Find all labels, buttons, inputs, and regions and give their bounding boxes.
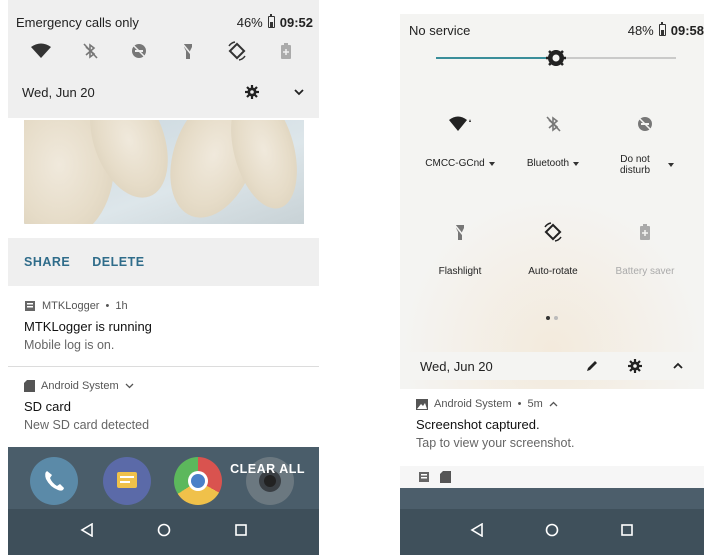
- notification-app-name: Android System: [434, 398, 512, 410]
- divider: [8, 366, 319, 367]
- notification-header: Android System • 5m: [416, 398, 688, 410]
- tile-bluetooth[interactable]: Bluetooth: [508, 112, 598, 169]
- messages-app-icon: [103, 457, 151, 505]
- brightness-slider[interactable]: [436, 48, 676, 68]
- sd-card-icon: [440, 471, 451, 483]
- tile-auto-rotate[interactable]: Auto-rotate: [508, 220, 598, 277]
- tile-label: Flashlight: [438, 266, 482, 277]
- back-icon[interactable]: [79, 522, 94, 542]
- right-phone-screen: No service 48% 09:58 CMCC-GCnd Bluetooth…: [400, 0, 704, 555]
- collapsed-notifications-row[interactable]: [400, 466, 704, 488]
- battery-icon: [658, 22, 666, 36]
- settings-gear-icon[interactable]: [245, 85, 259, 99]
- expanded-quick-settings: [400, 14, 704, 389]
- date-label: Wed, Jun 20: [420, 358, 493, 374]
- chevron-down-icon[interactable]: [293, 88, 305, 96]
- screenshot-actions: SHARE DELETE: [8, 238, 319, 286]
- edit-pencil-icon[interactable]: [586, 360, 598, 372]
- collapse-chevron-icon[interactable]: [549, 401, 558, 407]
- back-icon[interactable]: [470, 522, 484, 542]
- battery-saver-icon: [639, 220, 651, 244]
- sd-card-icon: [24, 380, 35, 392]
- navigation-bar: [8, 509, 319, 555]
- battery-icon: [267, 14, 275, 28]
- dropdown-caret-icon[interactable]: [488, 161, 495, 166]
- page-dot: [554, 316, 558, 320]
- chrome-app-icon: [174, 457, 222, 505]
- date-row: Wed, Jun 20: [400, 352, 704, 380]
- battery-percent: 46%: [236, 14, 263, 30]
- wifi-icon: [448, 112, 472, 136]
- notification-header: Android System: [24, 378, 303, 394]
- home-icon[interactable]: [545, 523, 559, 542]
- quick-settings-panel: Emergency calls only 46% 09:52 Wed, Jun …: [8, 0, 319, 118]
- notification-body: Tap to view your screenshot.: [416, 436, 575, 450]
- bluetooth-off-icon[interactable]: [77, 40, 103, 62]
- tile-battery-saver[interactable]: Battery saver: [600, 220, 690, 277]
- notification-screenshot[interactable]: Android System • 5m Screenshot captured.…: [400, 392, 704, 464]
- chevron-up-icon[interactable]: [672, 362, 684, 370]
- settings-gear-icon[interactable]: [628, 359, 642, 373]
- auto-rotate-icon[interactable]: [224, 40, 250, 62]
- date-label: Wed, Jun 20: [22, 84, 95, 100]
- tile-label: CMCC-GCnd: [425, 158, 485, 169]
- clock: 09:58: [670, 22, 704, 38]
- mtklogger-icon: [25, 301, 35, 311]
- notification-sd-card[interactable]: Android System SD card New SD card detec…: [8, 378, 319, 432]
- dnd-off-icon[interactable]: [126, 40, 152, 62]
- tile-wifi[interactable]: CMCC-GCnd: [415, 112, 505, 169]
- notification-mtklogger[interactable]: MTKLogger • 1h MTKLogger is running Mobi…: [8, 298, 319, 352]
- notification-title: Screenshot captured.: [416, 417, 540, 432]
- battery-saver-icon[interactable]: [273, 40, 299, 62]
- left-phone-screen: Emergency calls only 46% 09:52 Wed, Jun …: [8, 0, 319, 555]
- page-dot-active: [546, 316, 550, 320]
- mtklogger-icon: [419, 472, 429, 482]
- share-button[interactable]: SHARE: [24, 255, 70, 269]
- tile-label: Do not disturb: [619, 154, 650, 176]
- auto-rotate-icon: [542, 220, 564, 244]
- screenshot-preview-image[interactable]: [24, 120, 304, 224]
- battery-percent: 48%: [627, 22, 654, 38]
- image-icon: [416, 398, 428, 410]
- tile-flashlight[interactable]: Flashlight: [415, 220, 505, 277]
- tile-label: Auto-rotate: [528, 266, 578, 277]
- dropdown-caret-icon[interactable]: [573, 161, 580, 166]
- notification-app-name: MTKLogger: [42, 300, 100, 312]
- notification-body: Mobile log is on.: [24, 338, 115, 352]
- notification-title: MTKLogger is running: [24, 319, 152, 334]
- recents-icon[interactable]: [234, 523, 248, 542]
- carrier-status: No service: [409, 22, 471, 38]
- notification-title: SD card: [24, 399, 71, 414]
- notification-body: New SD card detected: [24, 418, 150, 432]
- tile-label: Battery saver: [615, 266, 675, 277]
- status-bar: No service 48% 09:58: [400, 18, 704, 42]
- navigation-bar: [400, 509, 704, 555]
- status-bar: Emergency calls only 46% 09:52: [8, 10, 319, 34]
- notification-time: 1h: [115, 300, 128, 312]
- bluetooth-off-icon: [544, 112, 562, 136]
- page-indicator: [546, 316, 558, 320]
- tile-do-not-disturb[interactable]: Do not disturb: [600, 112, 690, 176]
- clear-all-button[interactable]: CLEAR ALL: [230, 462, 305, 476]
- notification-app-name: Android System: [41, 380, 119, 392]
- dropdown-caret-icon[interactable]: [668, 163, 674, 167]
- flashlight-off-icon: [452, 220, 468, 244]
- home-icon[interactable]: [157, 523, 171, 542]
- wifi-icon[interactable]: [28, 40, 54, 62]
- date-row: Wed, Jun 20: [8, 80, 319, 104]
- quick-settings-icons: [8, 40, 319, 62]
- notification-header: MTKLogger • 1h: [24, 298, 303, 314]
- delete-button[interactable]: DELETE: [92, 255, 144, 269]
- phone-app-icon: [30, 457, 78, 505]
- recents-icon[interactable]: [620, 523, 634, 542]
- dnd-off-icon: [636, 112, 654, 136]
- notification-time: 5m: [527, 398, 543, 410]
- clock: 09:52: [279, 14, 313, 30]
- flashlight-off-icon[interactable]: [175, 40, 201, 62]
- tile-label: Bluetooth: [526, 158, 570, 169]
- carrier-status: Emergency calls only: [16, 14, 139, 30]
- expand-chevron-icon[interactable]: [125, 383, 134, 389]
